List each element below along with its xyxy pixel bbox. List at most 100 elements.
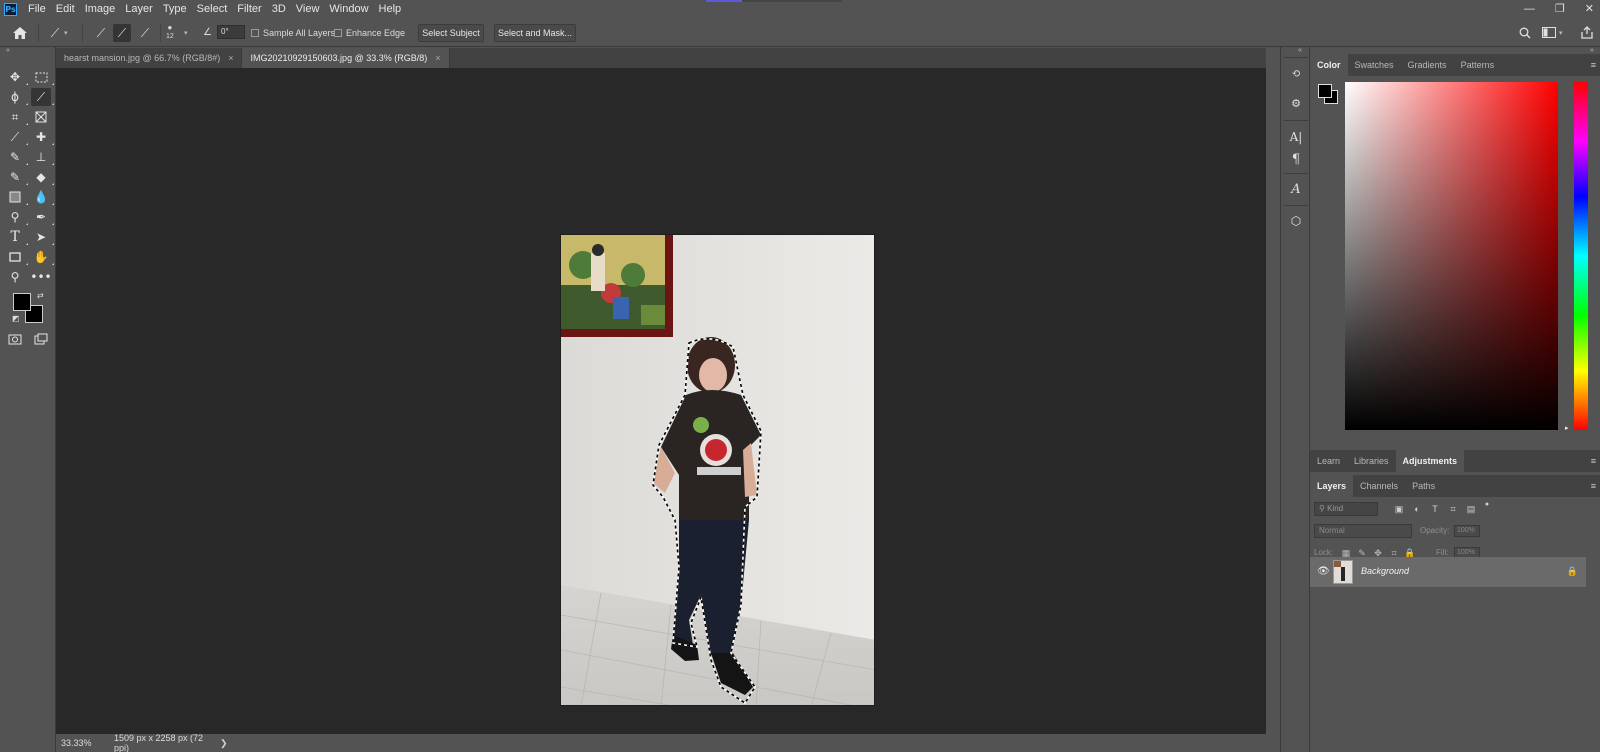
panel-menu-icon[interactable]: ≡ <box>1591 456 1596 466</box>
tab-swatches[interactable]: Swatches <box>1348 54 1401 76</box>
default-colors-icon[interactable]: ◩ <box>12 314 20 323</box>
search-button[interactable] <box>1519 18 1531 47</box>
collapse-toolbar-icon[interactable]: « <box>6 47 10 54</box>
path-selection-tool[interactable]: ➤ <box>31 228 54 246</box>
brush-tool[interactable]: ✎ <box>5 148 28 166</box>
screen-mode-toggle[interactable] <box>31 330 51 348</box>
add-selection-mode[interactable]: ⟋ <box>113 18 131 47</box>
hue-slider-handle-icon[interactable]: ▸ <box>1565 424 1569 432</box>
menu-image[interactable]: Image <box>80 0 121 18</box>
tab-gradients[interactable]: Gradients <box>1401 54 1454 76</box>
select-subject-button[interactable]: Select Subject <box>418 24 484 42</box>
tab-color[interactable]: Color <box>1310 54 1348 76</box>
foreground-color-swatch[interactable] <box>13 293 31 311</box>
tab-channels[interactable]: Channels <box>1353 475 1405 497</box>
menu-help[interactable]: Help <box>374 0 407 18</box>
healing-brush-tool[interactable]: ✚ <box>31 128 54 146</box>
quick-selection-tool[interactable]: ⟋ <box>31 88 54 106</box>
menu-view[interactable]: View <box>291 0 325 18</box>
dodge-tool[interactable]: ⚲ <box>5 208 28 226</box>
eraser-tool[interactable]: ◆ <box>31 168 54 186</box>
crop-tool[interactable]: ⌗ <box>5 108 28 126</box>
menu-layer[interactable]: Layer <box>120 0 158 18</box>
opacity-field[interactable]: 100% <box>1454 525 1480 537</box>
pixel-filter-icon[interactable]: ▣ <box>1392 502 1406 516</box>
canvas-scrollbar[interactable] <box>1266 68 1280 734</box>
tab-patterns[interactable]: Patterns <box>1454 54 1502 76</box>
menu-window[interactable]: Window <box>324 0 373 18</box>
filter-toggle-icon[interactable]: ● <box>1480 498 1494 512</box>
eye-icon[interactable]: 👁 <box>1317 566 1330 577</box>
new-selection-mode[interactable]: ⟋ <box>92 18 110 47</box>
tab-adjustments[interactable]: Adjustments <box>1395 450 1465 472</box>
history-brush-tool[interactable]: ✎ <box>5 168 28 186</box>
menu-select[interactable]: Select <box>192 0 233 18</box>
menu-file[interactable]: File <box>23 0 51 18</box>
quick-mask-toggle[interactable] <box>5 330 25 348</box>
menu-filter[interactable]: Filter <box>232 0 266 18</box>
type-tool[interactable]: T <box>5 228 28 246</box>
brush-size-picker[interactable]: ● 12 <box>166 18 174 47</box>
move-tool[interactable]: ✥ <box>5 68 28 86</box>
frame-tool[interactable] <box>31 108 51 126</box>
share-button[interactable] <box>1581 18 1593 47</box>
history-panel-button[interactable]: ⟲ <box>1286 63 1306 83</box>
close-icon[interactable]: × <box>228 53 233 63</box>
more-tools[interactable]: ••• <box>30 268 51 286</box>
close-icon[interactable]: × <box>435 53 440 63</box>
pen-tool[interactable]: ✒ <box>31 208 54 226</box>
layer-name[interactable]: Background <box>1361 566 1409 576</box>
collapse-panels-icon[interactable]: » <box>1590 47 1594 54</box>
tab-hearst-mansion[interactable]: hearst mansion.jpg @ 66.7% (RGB/8#) × <box>56 48 243 68</box>
workspace-switcher[interactable]: ▾ <box>1542 18 1563 47</box>
chevron-down-icon[interactable]: ▾ <box>184 18 188 47</box>
3d-panel-button[interactable]: ⬡ <box>1286 211 1306 231</box>
color-field[interactable] <box>1345 82 1558 430</box>
layer-lock-icon[interactable]: 🔒 <box>1567 566 1578 577</box>
menu-type[interactable]: Type <box>158 0 192 18</box>
gradient-tool[interactable] <box>5 188 28 206</box>
adjustment-filter-icon[interactable]: ◐ <box>1410 502 1424 516</box>
smart-object-filter-icon[interactable]: ▤ <box>1464 502 1478 516</box>
character-panel-button[interactable]: A| <box>1286 127 1306 147</box>
canvas-area[interactable] <box>56 68 1266 734</box>
hue-slider[interactable] <box>1574 82 1588 430</box>
properties-panel-button[interactable]: ⚙ <box>1286 93 1306 113</box>
swap-colors-icon[interactable]: ⇄ <box>37 291 44 300</box>
tab-libraries[interactable]: Libraries <box>1347 450 1396 472</box>
panel-menu-icon[interactable]: ≡ <box>1591 481 1596 491</box>
kind-filter-select[interactable]: ⚲ Kind <box>1314 502 1378 516</box>
tab-paths[interactable]: Paths <box>1405 475 1442 497</box>
shape-filter-icon[interactable]: ⌗ <box>1446 502 1460 516</box>
eyedropper-tool[interactable]: ⟋ <box>5 128 28 146</box>
zoom-tool[interactable]: ⚲ <box>5 268 25 286</box>
panel-menu-icon[interactable]: ≡ <box>1591 60 1596 70</box>
layer-row-background[interactable]: 👁 Background 🔒 <box>1310 557 1586 587</box>
glyphs-panel-button[interactable]: A <box>1286 179 1306 199</box>
rectangle-tool[interactable] <box>5 248 28 266</box>
document-image[interactable] <box>560 234 875 706</box>
clone-stamp-tool[interactable]: ⊥ <box>31 148 54 166</box>
menu-edit[interactable]: Edit <box>51 0 80 18</box>
tab-layers[interactable]: Layers <box>1310 475 1354 497</box>
blend-mode-select[interactable]: Normal <box>1314 524 1412 538</box>
tab-img20210929150603[interactable]: IMG20210929150603.jpg @ 33.3% (RGB/8) × <box>242 48 450 68</box>
blur-tool[interactable]: 💧 <box>31 188 54 206</box>
minimize-button[interactable]: — <box>1524 0 1535 18</box>
paragraph-panel-button[interactable]: ¶ <box>1286 149 1306 169</box>
lasso-tool[interactable]: ϕ <box>5 88 28 106</box>
status-menu-arrow-icon[interactable]: ❯ <box>220 738 228 749</box>
subtract-selection-mode[interactable]: ⟋ <box>136 18 154 47</box>
tool-preset-picker[interactable]: ⟋ ▾ <box>46 18 68 47</box>
hand-tool[interactable]: ✋ <box>31 248 54 266</box>
sample-all-layers-checkbox[interactable]: Sample All Layers <box>251 18 335 47</box>
tab-learn[interactable]: Learn <box>1310 450 1347 472</box>
zoom-level-field[interactable]: 33.33% <box>56 738 100 748</box>
enhance-edge-checkbox[interactable]: Enhance Edge <box>334 18 405 47</box>
type-filter-icon[interactable]: T <box>1428 502 1442 516</box>
restore-button[interactable]: ❐ <box>1555 0 1565 18</box>
select-and-mask-button[interactable]: Select and Mask... <box>494 24 576 42</box>
menu-3d[interactable]: 3D <box>267 0 291 18</box>
home-button[interactable] <box>12 18 28 47</box>
expand-panels-icon[interactable]: « <box>1298 47 1302 54</box>
